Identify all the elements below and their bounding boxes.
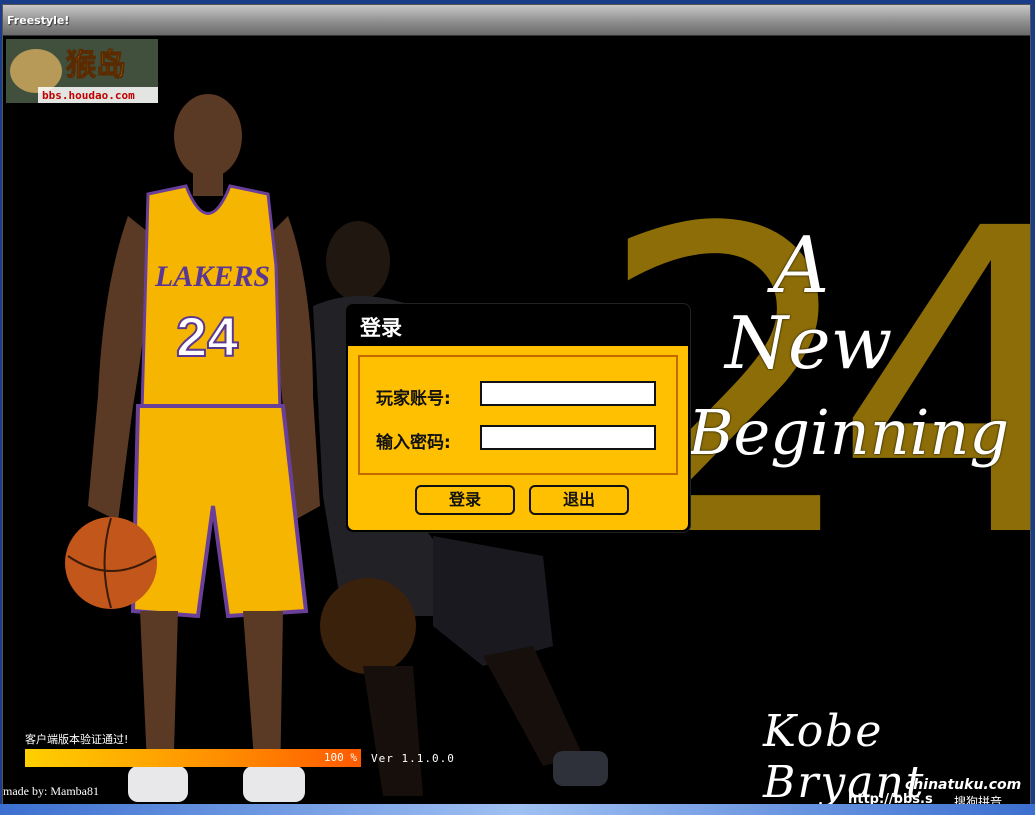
status-message: 客户端版本验证通过! — [25, 733, 129, 746]
title-bar[interactable]: Freestyle! — [3, 5, 1030, 36]
application-window: Freestyle! 24 A New Beginning LAKERS 24 … — [2, 4, 1031, 806]
jersey-lakers-text: LAKERS — [154, 260, 270, 293]
script-text-a: A — [773, 221, 830, 311]
update-progress-bar: 100 % — [25, 749, 361, 767]
password-input[interactable] — [480, 425, 656, 450]
made-by-credit: made by: Mamba81 — [3, 784, 99, 798]
account-label: 玩家账号: — [376, 389, 451, 409]
logo-url-text: bbs.houdao.com — [42, 89, 135, 102]
version-label: Ver 1.1.0.0 — [371, 752, 455, 765]
script-text-new: New — [725, 301, 893, 385]
progress-percent-label: 100 % — [323, 751, 357, 764]
login-form-panel: 玩家账号: 输入密码: 登录 退出 — [348, 346, 688, 530]
player-image: LAKERS 24 — [65, 94, 320, 802]
houdao-logo: 猴岛 bbs.houdao.com — [6, 39, 158, 103]
account-input[interactable] — [480, 381, 656, 406]
login-dialog-title: 登录 — [360, 316, 402, 340]
login-button[interactable]: 登录 — [415, 485, 515, 515]
launcher-content: 24 A New Beginning LAKERS 24 猴岛 bbs.houd… — [3, 36, 1030, 805]
desktop-background — [0, 804, 1035, 815]
window-title: Freestyle! — [7, 14, 70, 27]
exit-button[interactable]: 退出 — [529, 485, 629, 515]
credentials-group: 玩家账号: 输入密码: — [358, 355, 678, 475]
logo-main-text: 猴岛 — [66, 48, 126, 83]
jersey-number-text: 24 — [176, 305, 238, 368]
progress-fill — [25, 749, 361, 767]
watermark-site: chinatuku.com — [905, 777, 1022, 793]
login-dialog: 登录 玩家账号: 输入密码: 登录 退出 — [345, 303, 691, 533]
password-label: 输入密码: — [376, 433, 451, 453]
script-text-beginning: Beginning — [688, 396, 1010, 469]
